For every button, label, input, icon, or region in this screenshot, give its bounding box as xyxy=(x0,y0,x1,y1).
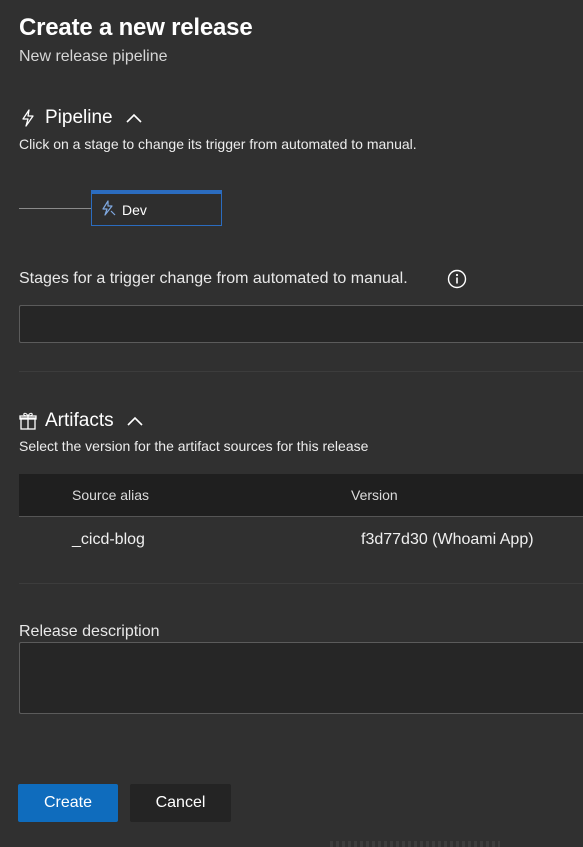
chevron-up-icon[interactable] xyxy=(126,412,144,430)
pipeline-description: Click on a stage to change its trigger f… xyxy=(19,136,417,152)
page-title: Create a new release xyxy=(19,14,253,41)
section-divider xyxy=(19,583,583,584)
manual-stages-input[interactable] xyxy=(19,305,583,343)
release-description-label: Release description xyxy=(19,623,160,640)
background-text-fragment xyxy=(330,841,500,847)
artifacts-description: Select the version for the artifact sour… xyxy=(19,438,369,454)
pipeline-connector xyxy=(19,208,91,209)
release-description-textarea[interactable] xyxy=(19,642,583,714)
info-icon[interactable] xyxy=(447,269,467,289)
page-subtitle: New release pipeline xyxy=(19,48,168,65)
stage-trigger-icon xyxy=(100,200,116,219)
manual-stages-label: Stages for a trigger change from automat… xyxy=(19,270,408,287)
column-header-source-alias: Source alias xyxy=(72,487,150,503)
chevron-up-icon[interactable] xyxy=(125,109,143,127)
artifacts-section-header: Artifacts xyxy=(19,410,144,432)
artifacts-heading: Artifacts xyxy=(45,410,114,431)
stage-label: Dev xyxy=(122,201,147,218)
cancel-button[interactable]: Cancel xyxy=(130,784,231,822)
pipeline-section-header: Pipeline xyxy=(19,107,143,129)
stage-card-dev[interactable]: Dev xyxy=(91,190,222,226)
table-row[interactable]: _cicd-blog f3d77d30 (Whoami App) xyxy=(19,517,583,563)
source-alias-cell: _cicd-blog xyxy=(72,531,145,548)
artifacts-table-header: Source alias Version xyxy=(19,474,583,517)
lightning-icon xyxy=(19,109,37,127)
create-release-panel: Create a new release New release pipelin… xyxy=(0,0,583,847)
version-selector[interactable]: f3d77d30 (Whoami App) xyxy=(361,531,534,549)
section-divider xyxy=(19,371,583,372)
create-button[interactable]: Create xyxy=(18,784,118,822)
pipeline-heading: Pipeline xyxy=(45,107,113,128)
gift-icon xyxy=(19,412,37,430)
column-header-version: Version xyxy=(351,487,398,503)
